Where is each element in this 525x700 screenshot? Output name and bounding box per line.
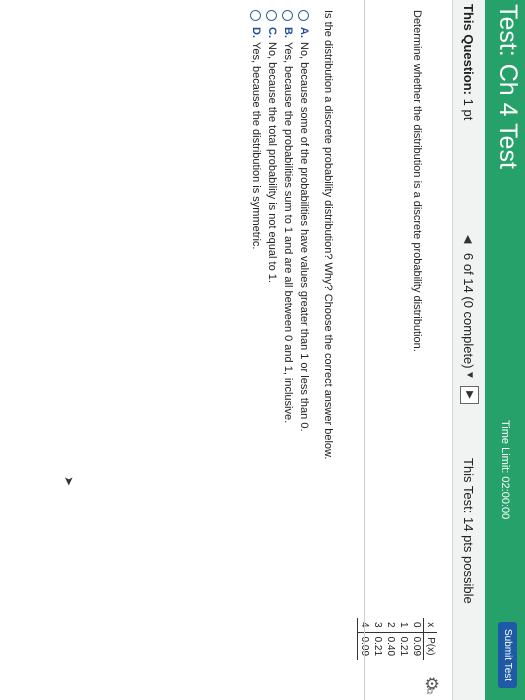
table-row: 3 0.21	[371, 618, 384, 660]
answer-option-a[interactable]: A. No, because some of the probabilities…	[296, 10, 312, 432]
option-letter: B.	[282, 27, 294, 38]
table-row: 0 0.09	[410, 618, 424, 660]
probability-value: 0.40	[385, 636, 396, 657]
x-value: 2	[384, 618, 397, 633]
question-points: This Question: 1 pt	[461, 4, 476, 120]
answer-option-d[interactable]: D. Yes, because the distribution is symm…	[248, 10, 264, 432]
question-text: Is the distribution a discrete probabili…	[322, 10, 334, 460]
header-banner: Test: Ch 4 Test Time Limit: 02:00:00 Sub…	[485, 0, 525, 700]
column-header-px: P(x)	[423, 632, 437, 661]
time-limit: Time Limit: 02:00:00	[499, 420, 511, 520]
question-progress: 6 of 14 (0 complete)	[461, 253, 476, 369]
exam-screen: Test: Ch 4 Test Time Limit: 02:00:00 Sub…	[0, 0, 525, 700]
column-header-x: x	[423, 618, 437, 633]
radio-button[interactable]	[266, 10, 278, 21]
info-bar: This Question: 1 pt ◀ 6 of 14 (0 complet…	[452, 0, 485, 700]
this-question-label: This Question:	[461, 4, 476, 95]
option-letter: D.	[250, 27, 262, 38]
previous-question-icon[interactable]: ◀	[462, 235, 475, 243]
option-text: No, because some of the probabilities ha…	[298, 42, 310, 432]
submit-test-button[interactable]: Submit Test	[498, 622, 517, 689]
this-question-value: 1 pt	[461, 98, 476, 121]
question-list-dropdown-icon[interactable]: ▼	[464, 370, 475, 380]
option-text: Yes, because the probabilities sum to 1 …	[282, 42, 294, 424]
answer-option-c[interactable]: C. No, because the total probability is …	[264, 10, 280, 432]
probability-value: 0.21	[372, 636, 383, 657]
radio-button[interactable]	[282, 10, 294, 21]
mouse-pointer-icon: ➤	[62, 476, 76, 487]
answer-option-b[interactable]: B. Yes, because the probabilities sum to…	[280, 10, 296, 432]
answer-options: A. No, because some of the probabilities…	[248, 10, 312, 432]
problem-prompt: Determine whether the distribution is a …	[411, 10, 423, 352]
x-value: 1	[397, 618, 410, 633]
probability-value: 0.09	[411, 636, 422, 657]
x-value: 3	[371, 618, 384, 633]
table-header-row: x P(x)	[423, 618, 437, 661]
next-question-button[interactable]: ▶	[460, 386, 479, 404]
section-divider	[364, 0, 365, 700]
radio-button[interactable]	[298, 10, 310, 21]
radio-button[interactable]	[250, 10, 262, 21]
option-letter: C.	[266, 27, 278, 38]
copy-icon[interactable]: ⧉	[424, 688, 435, 694]
option-text: Yes, because the distribution is symmetr…	[250, 42, 262, 250]
test-points: This Test: 14 pts possible	[461, 458, 476, 604]
table-row: 2 0.40	[384, 618, 397, 660]
test-title: Test: Ch 4 Test	[494, 4, 522, 169]
option-text: No, because the total probability is not…	[266, 42, 278, 283]
table-row: 1 0.21	[397, 618, 410, 660]
x-value: 0	[410, 618, 424, 633]
probability-value: 0.21	[398, 636, 409, 657]
probability-table: x P(x) 0 0.09 1 0.21 2 0.40 3 0.21 4	[357, 618, 437, 661]
option-letter: A.	[298, 27, 310, 38]
